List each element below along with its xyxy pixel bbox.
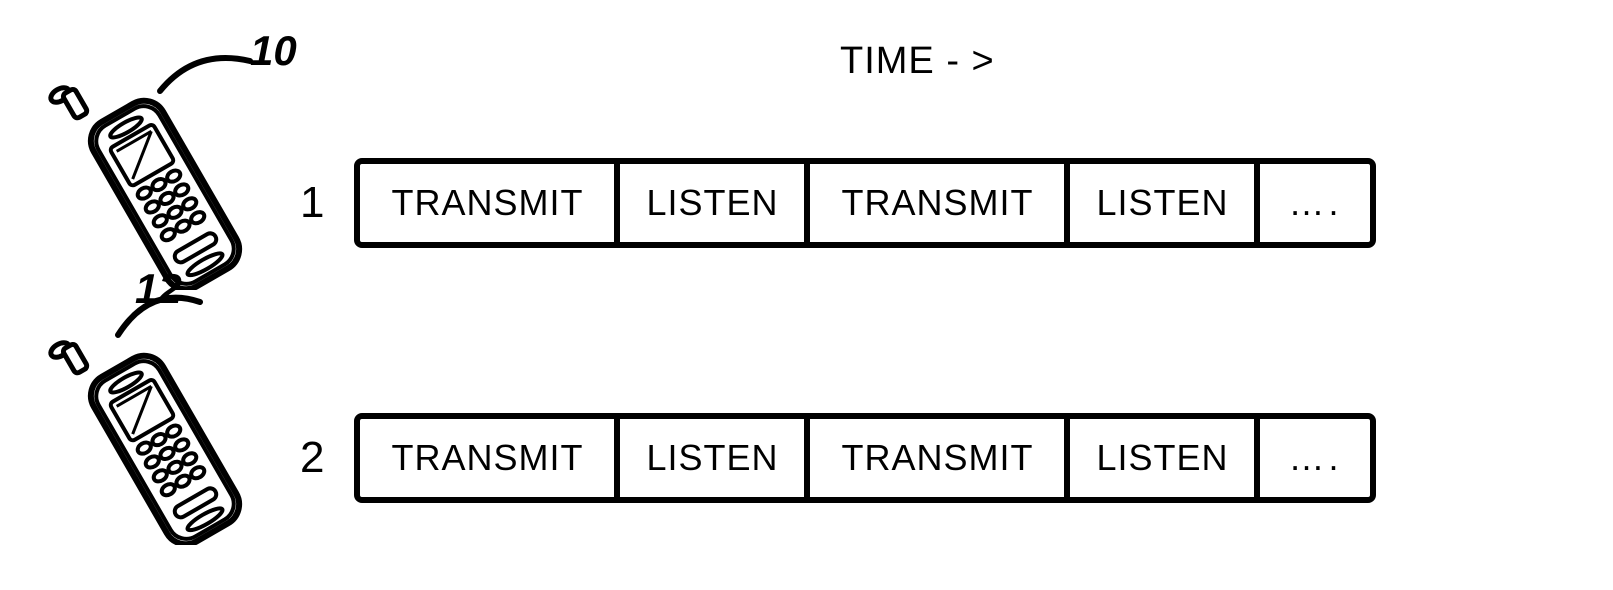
diagram-container: TIME - > 10 [0,0,1613,590]
row-1-slots: TRANSMIT LISTEN TRANSMIT LISTEN …. [354,158,1376,248]
row-2-slots: TRANSMIT LISTEN TRANSMIT LISTEN …. [354,413,1376,503]
slot-cell: TRANSMIT [360,164,620,242]
slot-cell: LISTEN [620,164,810,242]
slot-cell: TRANSMIT [360,419,620,497]
device-1-callout: 10 [250,27,297,75]
device-row-2: 12 [30,320,1376,545]
slot-cell: TRANSMIT [810,164,1070,242]
slot-cell: LISTEN [1070,419,1260,497]
slot-cell: LISTEN [1070,164,1260,242]
phone-2-wrap: 12 [30,320,290,545]
phone-icon [30,320,270,545]
row-2-number: 2 [300,433,324,483]
slot-cell: TRANSMIT [810,419,1070,497]
row-1-number: 1 [300,178,324,228]
slot-cell: LISTEN [620,419,810,497]
device-row-1: 10 [30,65,1376,290]
device-2-callout: 12 [135,265,182,313]
slot-cell: …. [1260,164,1370,242]
slot-cell: …. [1260,419,1370,497]
phone-1-wrap: 10 [30,65,290,290]
